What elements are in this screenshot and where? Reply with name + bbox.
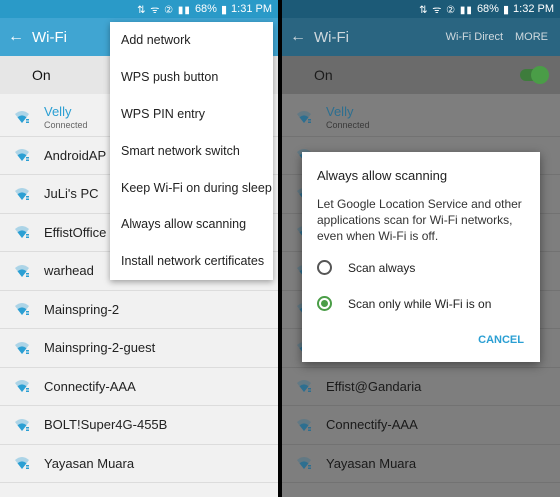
network-text: Mainspring-2-guest — [44, 340, 155, 355]
cancel-button[interactable]: CANCEL — [478, 334, 524, 346]
wifi-signal-icon — [15, 110, 29, 123]
menu-item-install-certificates[interactable]: Install network certificates — [110, 243, 273, 280]
network-item[interactable]: Mainspring-2-guest — [0, 329, 278, 368]
network-item[interactable]: Effist@Gandaria — [282, 368, 560, 406]
network-text: Effist@Gandaria — [326, 379, 421, 394]
network-ssid: BOLT!Super4G-455B — [44, 417, 168, 433]
network-text: Mainspring-2 — [44, 302, 119, 317]
battery-level: 68% — [476, 3, 499, 15]
network-ssid: Effist@Gandaria — [326, 378, 422, 394]
network-text: Velly Connected — [326, 104, 370, 130]
wifi-signal-icon — [15, 149, 29, 162]
network-text: EffistOffice — [44, 225, 106, 240]
network-ssid: Mainspring-2-guest — [44, 340, 156, 356]
wifi-toggle-label: On — [314, 67, 333, 83]
network-ssid: JuLi's PC — [44, 186, 99, 202]
network-item[interactable]: Yayasan Muara — [0, 445, 278, 483]
network-status: Connected — [44, 119, 88, 130]
network-ssid: Connectify-AAA — [326, 417, 418, 433]
network-item[interactable]: BOLT!Super4G-455B — [0, 406, 278, 445]
wifi-direct-button[interactable]: Wi-Fi Direct — [446, 31, 503, 43]
app-bar: ← Wi-Fi Wi-Fi Direct MORE — [282, 18, 560, 56]
network-ssid: Yayasan Muara — [326, 455, 417, 471]
option-scan-always[interactable]: Scan always — [317, 260, 415, 275]
option-label: Scan only while Wi-Fi is on — [348, 296, 492, 311]
network-text: Yayasan Muara — [44, 456, 134, 471]
clock: 1:31 PM — [231, 3, 272, 15]
wifi-signal-icon — [15, 187, 29, 200]
more-button[interactable]: MORE — [515, 31, 548, 43]
wifi-signal-icon — [15, 226, 29, 239]
menu-item-wps-pin-entry[interactable]: WPS PIN entry — [110, 96, 273, 133]
battery-level: 68% — [194, 3, 217, 15]
battery-icon: ▮ — [502, 3, 510, 16]
network-text: Velly Connected — [44, 104, 88, 130]
network-text: Connectify-AAA — [326, 417, 418, 432]
network-text: BOLT!Super4G-455B — [44, 417, 167, 432]
wifi-signal-icon — [15, 457, 29, 470]
page-title: Wi-Fi — [314, 28, 349, 46]
network-ssid: EffistOffice — [44, 224, 107, 240]
option-label: Scan always — [348, 260, 416, 275]
wifi-toggle-row[interactable]: On — [282, 56, 560, 94]
menu-item-always-allow-scanning[interactable]: Always allow scanning — [110, 206, 273, 243]
wifi-signal-icon — [297, 418, 311, 431]
menu-item-add-network[interactable]: Add network — [110, 22, 273, 59]
back-arrow-icon[interactable]: ← — [8, 28, 32, 46]
wifi-toggle-switch[interactable] — [520, 66, 549, 84]
network-item[interactable]: Connectify-AAA — [282, 406, 560, 445]
network-text: Connectify-AAA — [44, 379, 136, 394]
status-bar: ⇅ ᯤ ② ▮▮ 68% ▮ 1:32 PM — [282, 0, 560, 18]
battery-icon: ▮ — [220, 3, 228, 16]
network-ssid: Connectify-AAA — [44, 378, 136, 394]
network-item[interactable]: Connectify-AAA — [0, 368, 278, 406]
left-screen: ⇅ ᯤ ② ▮▮ 68% ▮ 1:31 PM ← Wi-Fi On Velly C… — [0, 0, 278, 497]
network-text: AndroidAP — [44, 148, 106, 163]
overflow-menu: Add network WPS push button WPS PIN entr… — [110, 22, 273, 280]
scan-dialog: Always allow scanning Let Google Locatio… — [302, 152, 540, 362]
wifi-signal-icon — [297, 380, 311, 393]
wifi-signal-icon — [15, 303, 29, 316]
menu-item-keep-wifi-on[interactable]: Keep Wi-Fi on during sleep — [110, 169, 273, 206]
wifi-signal-icon — [15, 341, 29, 354]
network-item[interactable]: Yayasan Muara — [282, 445, 560, 483]
network-item[interactable]: Mainspring-2 — [0, 291, 278, 329]
wifi-signal-icon — [15, 380, 29, 393]
network-ssid: Mainspring-2 — [44, 301, 120, 317]
network-item[interactable]: Velly Connected — [282, 98, 560, 137]
network-ssid: Velly — [326, 103, 354, 119]
dialog-title: Always allow scanning — [317, 168, 448, 183]
wifi-toggle-label: On — [32, 67, 51, 83]
right-screen: ⇅ ᯤ ② ▮▮ 68% ▮ 1:32 PM ← Wi-Fi Wi-Fi Dir… — [282, 0, 560, 497]
network-text: warhead — [44, 263, 94, 278]
radio-unselected-icon[interactable] — [317, 260, 332, 275]
back-arrow-icon[interactable]: ← — [290, 28, 314, 46]
network-ssid: AndroidAP — [44, 147, 107, 163]
menu-item-wps-push-button[interactable]: WPS push button — [110, 59, 273, 96]
status-icons: ⇅ ᯤ ② ▮▮ — [137, 5, 191, 16]
option-scan-while-on[interactable]: Scan only while Wi-Fi is on — [317, 296, 491, 311]
radio-selected-icon[interactable] — [317, 296, 332, 311]
wifi-signal-icon — [297, 457, 311, 470]
network-ssid: warhead — [44, 263, 94, 279]
status-icons: ⇅ ᯤ ② ▮▮ — [419, 5, 473, 16]
menu-item-smart-network-switch[interactable]: Smart network switch — [110, 132, 273, 169]
network-text: Yayasan Muara — [326, 456, 416, 471]
clock: 1:32 PM — [513, 3, 554, 15]
network-ssid: Velly — [44, 103, 72, 119]
network-status: Connected — [326, 119, 370, 130]
network-ssid: Yayasan Muara — [44, 455, 135, 471]
wifi-signal-icon — [15, 264, 29, 277]
network-text: JuLi's PC — [44, 186, 99, 201]
wifi-signal-icon — [297, 110, 311, 123]
dialog-body: Let Google Location Service and other ap… — [317, 197, 522, 243]
toggle-knob — [531, 66, 549, 84]
status-bar: ⇅ ᯤ ② ▮▮ 68% ▮ 1:31 PM — [0, 0, 278, 18]
wifi-signal-icon — [15, 418, 29, 431]
